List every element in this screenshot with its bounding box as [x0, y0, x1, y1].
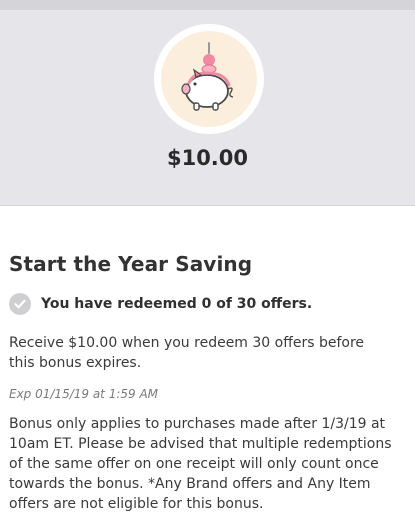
- piggy-bank-icon: [181, 42, 234, 111]
- offer-terms: Bonus only applies to purchases made aft…: [9, 416, 392, 512]
- offer-details: Start the Year Saving You have redeemed …: [0, 252, 415, 514]
- expiration-date: Exp 01/15/19 at 1:59 AM: [9, 387, 159, 401]
- reward-badge: [154, 24, 264, 134]
- offer-header: $10.00: [0, 0, 415, 206]
- offer-title: Start the Year Saving: [9, 252, 253, 276]
- redemption-status-text: You have redeemed 0 of 30 offers.: [41, 296, 313, 312]
- top-strip: [0, 0, 415, 10]
- offer-description: Receive $10.00 when you redeem 30 offers…: [9, 335, 365, 371]
- reward-badge-inner: [161, 31, 257, 127]
- reward-amount: $10.00: [166, 146, 249, 170]
- checkmark-circle-icon: [9, 293, 31, 315]
- redemption-status: You have redeemed 0 of 30 offers.: [9, 293, 406, 315]
